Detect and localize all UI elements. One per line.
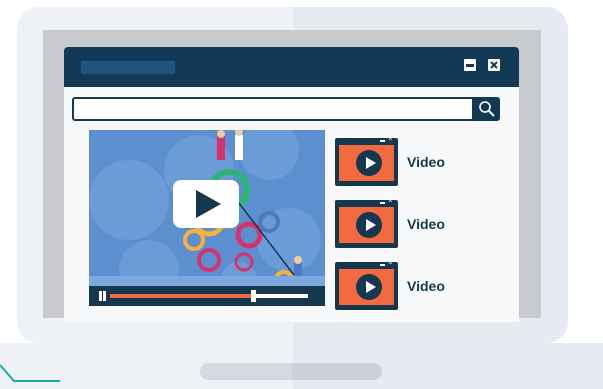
close-icon[interactable] bbox=[488, 59, 500, 71]
seek-bar-thumb[interactable] bbox=[250, 290, 256, 302]
video-list-item[interactable]: Video bbox=[335, 258, 515, 310]
thumbnail-window-controls-icon bbox=[380, 258, 394, 268]
thumbnail-screen bbox=[339, 207, 394, 243]
video-title[interactable]: Video bbox=[407, 278, 445, 294]
video-list-item[interactable]: Video bbox=[335, 196, 515, 248]
play-icon[interactable] bbox=[356, 212, 382, 238]
video-title[interactable]: Video bbox=[407, 216, 445, 232]
trackpad-shade bbox=[292, 363, 382, 380]
play-icon[interactable] bbox=[173, 180, 239, 228]
video-player[interactable] bbox=[89, 130, 325, 306]
play-icon[interactable] bbox=[356, 274, 382, 300]
video-thumbnail[interactable] bbox=[335, 258, 398, 310]
video-thumbnail[interactable] bbox=[335, 134, 398, 186]
thumbnail-window-controls-icon bbox=[380, 134, 394, 144]
video-app-window: Video Video Video bbox=[64, 47, 519, 322]
seek-bar-progress bbox=[110, 294, 253, 298]
play-icon[interactable] bbox=[356, 150, 382, 176]
title-bar bbox=[64, 47, 519, 87]
video-title[interactable]: Video bbox=[407, 154, 445, 170]
search-input[interactable] bbox=[74, 99, 472, 119]
window-title-placeholder bbox=[81, 61, 175, 74]
video-thumbnail[interactable] bbox=[335, 196, 398, 248]
base-accent-line bbox=[0, 364, 60, 382]
minimize-icon[interactable] bbox=[464, 59, 476, 71]
thumbnail-screen bbox=[339, 145, 394, 181]
seek-bar[interactable] bbox=[110, 290, 308, 302]
trackpad bbox=[200, 363, 382, 380]
search-bar bbox=[72, 97, 500, 121]
content-area: Video Video Video bbox=[64, 87, 519, 322]
pause-icon[interactable] bbox=[98, 291, 108, 301]
video-controls bbox=[89, 286, 325, 306]
search-icon bbox=[479, 101, 495, 117]
search-button[interactable] bbox=[472, 99, 498, 119]
thumbnail-screen bbox=[339, 269, 394, 305]
video-list-item[interactable]: Video bbox=[335, 134, 515, 186]
thumbnail-window-controls-icon bbox=[380, 196, 394, 206]
